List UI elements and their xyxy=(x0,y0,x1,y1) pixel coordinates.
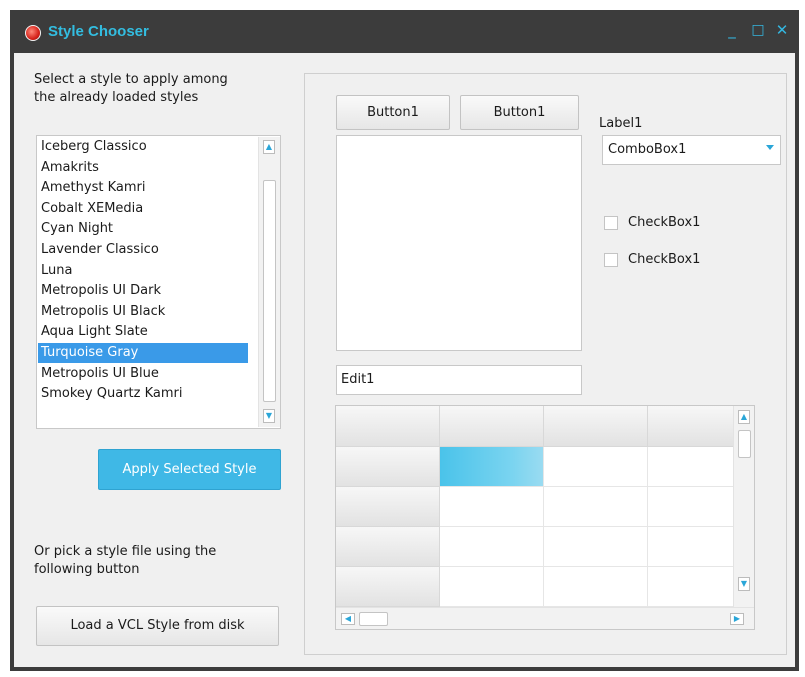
grid-cell[interactable] xyxy=(440,527,544,567)
scroll-thumb[interactable] xyxy=(263,180,276,402)
instructions-line-2: the already loaded styles xyxy=(34,90,199,105)
client-area: Select a style to apply among the alread… xyxy=(14,53,795,667)
grid-cell[interactable] xyxy=(440,567,544,607)
grid-vscroll-thumb[interactable] xyxy=(738,430,751,458)
list-item[interactable]: Cyan Night xyxy=(38,219,248,239)
apply-selected-style-button[interactable]: Apply Selected Style xyxy=(98,449,281,490)
grid-fixed-cell[interactable] xyxy=(440,406,544,447)
combobox-value: ComboBox1 xyxy=(608,142,687,157)
window-title: Style Chooser xyxy=(48,23,149,40)
style-listbox[interactable]: Iceberg Classico Amakrits Amethyst Kamri Co… xyxy=(36,135,281,429)
app-icon xyxy=(25,25,41,41)
grid-cell[interactable] xyxy=(544,447,648,487)
list-item[interactable]: Amakrits xyxy=(38,158,248,178)
grid-fixed-cell[interactable] xyxy=(336,527,440,567)
grid-hscroll-thumb[interactable] xyxy=(359,612,388,626)
minimize-icon[interactable]: _ xyxy=(724,21,740,39)
preview-string-grid[interactable]: ▲ ▼ ◀ ▶ xyxy=(335,405,755,630)
list-item[interactable]: Luna xyxy=(38,261,248,281)
window-bottom-border xyxy=(14,667,795,671)
file-instructions-line-2: following button xyxy=(34,562,140,577)
title-bar[interactable]: Style Chooser _ □ ✕ xyxy=(10,10,799,53)
file-instructions-line-1: Or pick a style file using the xyxy=(34,544,217,559)
grid-cell[interactable] xyxy=(440,447,544,487)
grid-scroll-down-icon[interactable]: ▼ xyxy=(738,577,750,591)
list-item[interactable]: Cobalt XEMedia xyxy=(38,199,248,219)
list-item[interactable]: Aqua Light Slate xyxy=(38,322,248,342)
checkbox-1-label[interactable]: CheckBox1 xyxy=(628,214,700,232)
grid-cell[interactable] xyxy=(544,567,648,607)
scroll-down-icon[interactable]: ▼ xyxy=(263,409,275,423)
checkbox-1[interactable] xyxy=(604,216,618,230)
checkbox-2-label[interactable]: CheckBox1 xyxy=(628,251,700,269)
list-item[interactable]: Iceberg Classico xyxy=(38,137,248,157)
grid-fixed-cell[interactable] xyxy=(336,567,440,607)
grid-cell[interactable] xyxy=(544,527,648,567)
grid-horizontal-scrollbar[interactable]: ◀ ▶ xyxy=(336,607,754,629)
grid-cell[interactable] xyxy=(440,487,544,527)
list-item[interactable]: Metropolis UI Blue xyxy=(38,364,248,384)
list-item[interactable]: Metropolis UI Black xyxy=(38,302,248,322)
preview-button-1[interactable]: Button1 xyxy=(336,95,450,130)
chevron-down-icon[interactable] xyxy=(766,145,774,150)
close-icon[interactable]: ✕ xyxy=(774,21,790,39)
grid-fixed-cell[interactable] xyxy=(544,406,648,447)
list-item[interactable]: Lavender Classico xyxy=(38,240,248,260)
grid-fixed-cell[interactable] xyxy=(336,406,440,447)
grid-cell[interactable] xyxy=(544,487,648,527)
preview-label: Label1 xyxy=(599,116,643,131)
preview-combobox[interactable]: ComboBox1 xyxy=(602,135,781,165)
preview-button-2[interactable]: Button1 xyxy=(460,95,579,130)
grid-fixed-cell[interactable] xyxy=(336,447,440,487)
maximize-icon[interactable]: □ xyxy=(750,21,766,39)
instructions-line-1: Select a style to apply among xyxy=(34,72,228,87)
grid-vertical-scrollbar[interactable]: ▲ ▼ xyxy=(733,406,754,607)
load-vcl-style-button[interactable]: Load a VCL Style from disk xyxy=(36,606,279,646)
grid-scroll-up-icon[interactable]: ▲ xyxy=(738,410,750,424)
listbox-scrollbar[interactable]: ▲ ▼ xyxy=(258,137,280,427)
preview-memo[interactable] xyxy=(336,135,582,351)
grid-scroll-left-icon[interactable]: ◀ xyxy=(341,613,355,625)
scroll-up-icon[interactable]: ▲ xyxy=(263,140,275,154)
preview-edit[interactable]: Edit1 xyxy=(336,365,582,395)
style-chooser-window: Style Chooser _ □ ✕ Select a style to ap… xyxy=(10,10,799,671)
list-item[interactable]: Metropolis UI Dark xyxy=(38,281,248,301)
checkbox-2[interactable] xyxy=(604,253,618,267)
grid-scroll-right-icon[interactable]: ▶ xyxy=(730,613,744,625)
list-item[interactable]: Smokey Quartz Kamri xyxy=(38,384,248,404)
list-item[interactable]: Turquoise Gray xyxy=(38,343,248,363)
grid-fixed-cell[interactable] xyxy=(336,487,440,527)
list-item[interactable]: Amethyst Kamri xyxy=(38,178,248,198)
